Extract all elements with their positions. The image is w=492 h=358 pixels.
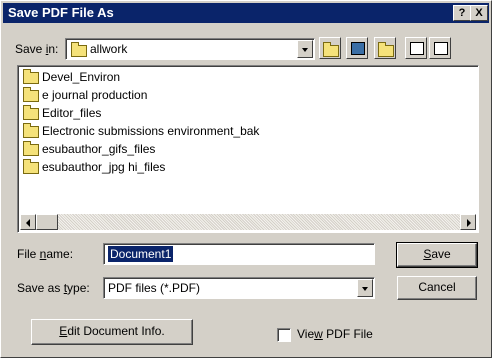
horizontal-scrollbar[interactable] xyxy=(20,214,476,230)
list-view-icon xyxy=(410,42,424,55)
chevron-down-icon xyxy=(362,287,368,291)
cancel-button[interactable]: Cancel xyxy=(397,276,477,300)
desktop-button[interactable] xyxy=(346,37,368,59)
title-bar: Save PDF File As ? X xyxy=(3,3,489,23)
folder-icon xyxy=(23,87,39,102)
list-item-label: esubauthor_jpg hi_files xyxy=(42,160,166,174)
details-view-button[interactable] xyxy=(429,37,451,59)
scroll-right-button[interactable] xyxy=(460,214,476,230)
create-new-folder-button[interactable] xyxy=(374,37,396,59)
create-new-folder-icon xyxy=(378,42,394,57)
close-icon: X xyxy=(475,7,483,19)
save-in-dropdown-arrow[interactable] xyxy=(297,40,313,58)
close-button[interactable]: X xyxy=(470,5,488,21)
up-one-level-button[interactable] xyxy=(319,37,341,59)
save-as-type-dropdown[interactable]: PDF files (*.PDF) xyxy=(103,277,375,299)
folder-icon xyxy=(71,42,87,57)
file-name-input[interactable]: Document1 xyxy=(103,243,375,265)
folder-icon xyxy=(23,105,39,120)
arrow-left-icon xyxy=(26,219,30,227)
list-item-label: Electronic submissions environment_bak xyxy=(42,124,260,138)
chevron-down-icon xyxy=(302,48,308,52)
save-pdf-dialog: Save PDF File As ? X Save in: allwork De… xyxy=(0,0,492,358)
file-name-label: File name: xyxy=(17,247,74,261)
scrollbar-thumb[interactable] xyxy=(36,214,58,230)
save-as-type-dropdown-arrow[interactable] xyxy=(357,279,373,297)
up-one-level-icon xyxy=(323,42,339,57)
folder-icon xyxy=(23,141,39,156)
file-name-value: Document1 xyxy=(108,246,174,262)
edit-document-info-button[interactable]: Edit Document Info. xyxy=(31,319,193,345)
save-button[interactable]: Save xyxy=(396,242,478,268)
file-list[interactable]: Devel_Environ e journal production Edito… xyxy=(17,65,479,233)
list-item-label: e journal production xyxy=(42,88,148,102)
folder-icon xyxy=(23,69,39,84)
window-title: Save PDF File As xyxy=(8,5,114,20)
scroll-left-button[interactable] xyxy=(20,214,36,230)
list-item-label: Editor_files xyxy=(42,106,102,120)
desktop-icon xyxy=(351,42,365,55)
help-button[interactable]: ? xyxy=(453,5,471,21)
list-item-label: esubauthor_gifs_files xyxy=(42,142,156,156)
help-icon: ? xyxy=(458,7,466,19)
save-in-folder: allwork xyxy=(90,42,128,56)
folder-icon xyxy=(23,123,39,138)
list-view-button[interactable] xyxy=(405,37,427,59)
details-view-icon xyxy=(434,42,448,55)
folder-icon xyxy=(23,159,39,174)
view-pdf-checkbox[interactable] xyxy=(277,328,291,342)
list-item-label: Devel_Environ xyxy=(42,70,121,84)
save-in-label: Save in: xyxy=(15,42,59,56)
save-as-type-label: Save as type: xyxy=(17,281,90,295)
save-as-type-value: PDF files (*.PDF) xyxy=(108,281,201,295)
arrow-right-icon xyxy=(467,219,471,227)
view-pdf-label[interactable]: View PDF File xyxy=(297,326,373,342)
save-in-dropdown[interactable]: allwork xyxy=(65,38,315,60)
